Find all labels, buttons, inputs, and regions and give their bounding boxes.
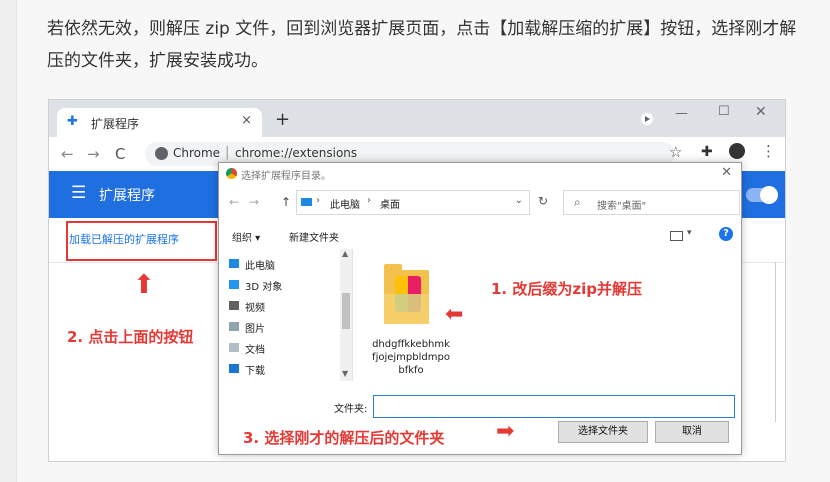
computer-icon xyxy=(301,198,312,206)
annotation-step3: 3. 选择刚才的解压后的文件夹 xyxy=(243,429,445,447)
browser-menu-icon[interactable]: ⋮ xyxy=(761,142,776,160)
minimize-button[interactable]: — xyxy=(675,106,688,121)
dialog-titlebar: 选择扩展程序目录。 ✕ xyxy=(219,163,741,185)
scroll-up-icon[interactable]: ▲ xyxy=(342,249,348,258)
screenshot-figure: ✚ 扩展程序 × + — ☐ ✕ ← → C Chrome | chrome:/… xyxy=(48,99,786,462)
breadcrumb-desktop[interactable]: 桌面 xyxy=(380,196,400,211)
page-title: 扩展程序 xyxy=(99,188,155,204)
nav-item-videos[interactable]: 视频 xyxy=(245,299,265,314)
arrow-right-icon: ➡ xyxy=(496,419,515,444)
help-icon[interactable]: ? xyxy=(719,227,733,241)
omnibox-url[interactable]: chrome://extensions xyxy=(235,146,357,160)
arrow-left-icon: ⬅ xyxy=(445,302,464,327)
divider xyxy=(775,262,776,422)
computer-icon xyxy=(229,259,239,268)
dialog-address-bar[interactable]: › 此电脑 › 桌面 ⌄ xyxy=(296,190,530,215)
arrow-up-icon: ⬆ xyxy=(133,270,155,300)
nav-scrollbar[interactable]: ▲ ▼ xyxy=(340,249,352,381)
view-options-icon[interactable] xyxy=(670,231,683,241)
dialog-up-button[interactable]: ↑ xyxy=(281,195,291,209)
select-folder-button[interactable]: 选择文件夹 xyxy=(558,421,648,443)
developer-mode-toggle[interactable] xyxy=(746,186,778,204)
new-folder-button[interactable]: 新建文件夹 xyxy=(289,229,339,244)
video-icon xyxy=(229,301,239,310)
refresh-icon[interactable]: ↻ xyxy=(538,194,548,208)
dialog-back-button[interactable]: ← xyxy=(229,195,239,209)
page-left-bar xyxy=(0,0,17,482)
breadcrumb-separator: › xyxy=(316,195,320,206)
dialog-title: 选择扩展程序目录。 xyxy=(241,171,331,182)
load-unpacked-button[interactable]: 加载已解压的扩展程序 xyxy=(69,231,179,247)
bookmark-star-icon[interactable]: ☆ xyxy=(669,143,682,161)
download-icon xyxy=(229,364,239,373)
tab-extensions[interactable]: ✚ 扩展程序 × xyxy=(57,108,262,137)
folder-icon[interactable] xyxy=(384,264,429,324)
organize-menu[interactable]: 组织 ▾ xyxy=(232,229,260,244)
folder-field-label: 文件夹: xyxy=(334,404,368,415)
dialog-forward-button[interactable]: → xyxy=(249,195,259,209)
chevron-down-icon[interactable]: ⌄ xyxy=(515,195,523,206)
chrome-icon xyxy=(155,147,168,160)
browser-tabstrip: ✚ 扩展程序 × + — ☐ ✕ xyxy=(49,100,785,137)
nav-item-documents[interactable]: 文档 xyxy=(245,341,265,356)
omnibox-site-label: Chrome xyxy=(173,146,221,160)
nav-item-3d-objects[interactable]: 3D 对象 xyxy=(245,278,282,293)
tab-close-icon[interactable]: × xyxy=(241,113,252,128)
article-intro: 若依然无效，则解压 zip 文件，回到浏览器扩展页面，点击【加载解压缩的扩展】按… xyxy=(47,19,797,71)
scroll-down-icon[interactable]: ▼ xyxy=(342,369,348,378)
breadcrumb-this-pc[interactable]: 此电脑 xyxy=(330,196,360,211)
back-button[interactable]: ← xyxy=(61,145,74,163)
annotation-step2: 2. 点击上面的按钮 xyxy=(67,328,194,346)
nav-item-this-pc[interactable]: 此电脑 xyxy=(245,257,275,272)
document-icon xyxy=(229,343,239,352)
extensions-puzzle-icon[interactable]: ✚ xyxy=(701,144,713,160)
folder-picker-dialog: 选择扩展程序目录。 ✕ ← → ↑ › 此电脑 › 桌面 ⌄ ↻ ⌕ 搜索"桌面… xyxy=(218,162,742,455)
dialog-close-button[interactable]: ✕ xyxy=(721,165,732,180)
scroll-thumb[interactable] xyxy=(342,293,350,329)
forward-button[interactable]: → xyxy=(87,145,100,163)
cube-icon xyxy=(229,280,239,289)
dialog-navigation-pane: 此电脑 3D 对象 视频 图片 文档 下载 xyxy=(219,249,353,381)
hamburger-menu-icon[interactable]: ☰ xyxy=(71,183,86,203)
view-dropdown[interactable]: ▾ xyxy=(687,228,692,238)
picture-icon xyxy=(229,322,239,331)
window-close-button[interactable]: ✕ xyxy=(755,104,767,120)
dialog-search-input[interactable]: ⌕ 搜索"桌面" xyxy=(563,190,740,215)
media-icon[interactable] xyxy=(641,113,653,125)
tab-title: 扩展程序 xyxy=(91,117,140,131)
chrome-logo-icon xyxy=(226,168,237,179)
nav-item-downloads[interactable]: 下载 xyxy=(245,362,265,377)
puzzle-icon: ✚ xyxy=(67,114,78,129)
cancel-button[interactable]: 取消 xyxy=(655,421,729,443)
breadcrumb-separator: › xyxy=(367,195,371,206)
annotation-step1: 1. 改后缀为zip并解压 xyxy=(491,280,642,298)
nav-item-pictures[interactable]: 图片 xyxy=(245,320,265,335)
folder-field[interactable] xyxy=(373,395,735,418)
omnibox-separator: | xyxy=(225,145,230,160)
maximize-button[interactable]: ☐ xyxy=(718,104,730,119)
folder-name[interactable]: dhdgffkkebhmkfjojejmpbldmpobfkfo xyxy=(371,338,451,377)
avatar[interactable] xyxy=(729,143,745,159)
search-placeholder: 搜索"桌面" xyxy=(597,201,647,212)
new-tab-button[interactable]: + xyxy=(275,109,290,130)
reload-button[interactable]: C xyxy=(115,145,125,163)
dialog-command-bar: 组织 ▾ 新建文件夹 ▾ ? xyxy=(219,221,741,249)
search-icon: ⌕ xyxy=(574,195,581,209)
